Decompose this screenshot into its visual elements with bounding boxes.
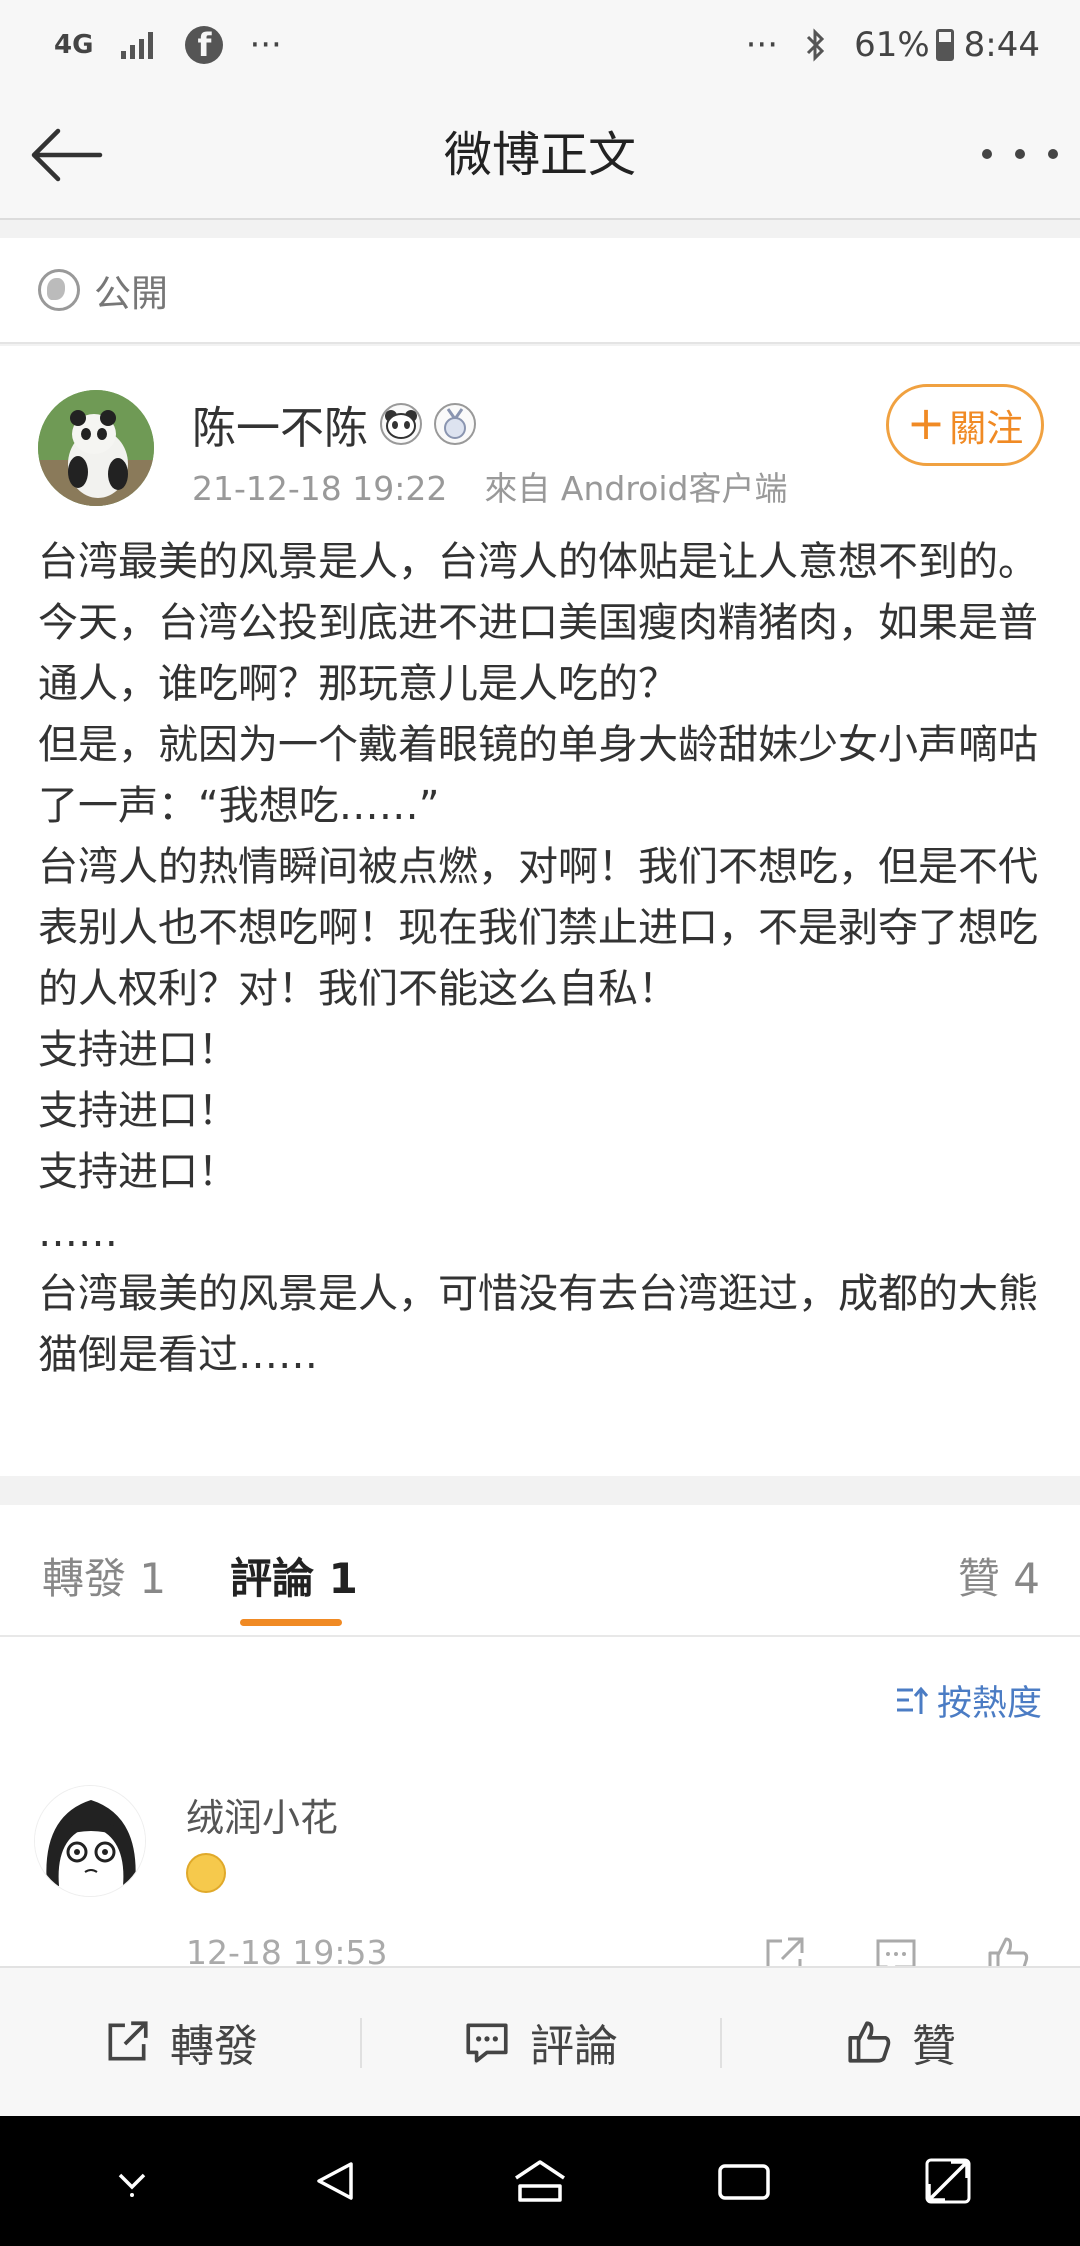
chevron-down-icon	[118, 2173, 146, 2197]
battery-icon	[935, 29, 954, 61]
globe-icon	[38, 269, 80, 311]
post-time: 21-12-18 19:22	[192, 469, 448, 508]
top-nav-bar: 微博正文	[0, 90, 1080, 220]
comment-like-icon[interactable]	[984, 1933, 1032, 1966]
battery-percent: 61%	[854, 25, 930, 65]
repost-icon	[108, 2021, 148, 2061]
hide-keyboard-button[interactable]	[92, 2141, 172, 2221]
bottom-action-bar: 轉發 評論 贊	[0, 1966, 1080, 2116]
panda-icon	[380, 403, 422, 445]
comment-author[interactable]: 绒润小花	[186, 1787, 338, 1842]
signal-icon	[119, 29, 159, 61]
more-dot	[1015, 149, 1025, 159]
comment-label: 評論	[530, 2021, 618, 2072]
post-source: 來自 Android客户端	[484, 469, 788, 508]
like-button[interactable]: 贊	[720, 1968, 1080, 2116]
author-name[interactable]: 陈一不陈	[192, 392, 368, 456]
tab-comments[interactable]: 評論 1	[230, 1545, 358, 1606]
bluetooth-icon	[804, 27, 828, 63]
nav-home-button[interactable]	[500, 2141, 580, 2221]
visibility-row: 公開	[0, 238, 1080, 344]
follow-label: 關注	[949, 407, 1024, 450]
post-text: 台湾最美的风景是人，台湾人的体贴是让人意想不到的。 今天，台湾公投到底进不进口美…	[38, 539, 1038, 1378]
repost-button[interactable]: 轉發	[0, 1968, 360, 2116]
sort-icon	[896, 1686, 929, 1714]
tab-likes[interactable]: 贊 4	[958, 1545, 1040, 1606]
back-arrow-icon	[31, 128, 103, 182]
tab-repost[interactable]: 轉發 1	[42, 1545, 166, 1606]
repost-label: 轉發	[170, 2021, 258, 2072]
comment-reply-icon[interactable]	[872, 1933, 920, 1966]
comment-avatar[interactable]	[34, 1785, 146, 1897]
status-more-right: ···	[745, 25, 779, 65]
comment-repost-icon[interactable]	[760, 1933, 808, 1966]
status-more-left: ···	[249, 25, 282, 65]
tab-active-indicator	[240, 1619, 342, 1626]
comment-icon	[466, 2023, 508, 2063]
comment-time: 12-18 19:53	[186, 1933, 388, 1966]
plus-icon: +	[906, 396, 946, 450]
post-tabs: 轉發 1 評論 1 贊 4	[0, 1505, 1080, 1637]
clock: 8:44	[963, 25, 1040, 65]
triangle-back-icon	[317, 2162, 353, 2200]
back-button[interactable]	[26, 122, 106, 188]
system-nav-bar	[0, 2116, 1080, 2246]
medal-icon[interactable]	[434, 403, 476, 445]
comments-section: 按熱度 绒润小花 12-18 19:53	[0, 1637, 1080, 1966]
network-label: 4G	[54, 30, 94, 60]
sweat-emoji-icon	[186, 1853, 226, 1893]
more-button[interactable]	[982, 134, 1058, 174]
visibility-label: 公開	[94, 272, 168, 315]
expand-icon	[925, 2158, 971, 2204]
page-title: 微博正文	[443, 127, 636, 183]
home-icon	[515, 2160, 565, 2202]
more-dot	[1048, 149, 1058, 159]
more-dot	[982, 149, 992, 159]
facebook-icon: f	[185, 26, 224, 64]
status-bar: 4G f ··· ··· 61% 8:44	[0, 0, 1080, 90]
avatar[interactable]	[38, 390, 154, 506]
comment-button[interactable]: 評論	[360, 1968, 720, 2116]
nav-back-button[interactable]	[296, 2141, 376, 2221]
nav-expand-button[interactable]	[908, 2141, 988, 2221]
follow-button[interactable]: + 關注	[886, 384, 1044, 466]
recents-icon	[718, 2164, 770, 2200]
sort-button[interactable]: 按熱度	[895, 1675, 1042, 1726]
like-label: 贊	[912, 2021, 956, 2072]
thumbs-up-icon	[848, 2021, 891, 2063]
post-card: 陈一不陈 21-12-18 19:22 來自 Android客户端 + 關注 台…	[0, 346, 1080, 1476]
sort-label: 按熱度	[936, 1684, 1042, 1724]
nav-recents-button[interactable]	[704, 2141, 784, 2221]
